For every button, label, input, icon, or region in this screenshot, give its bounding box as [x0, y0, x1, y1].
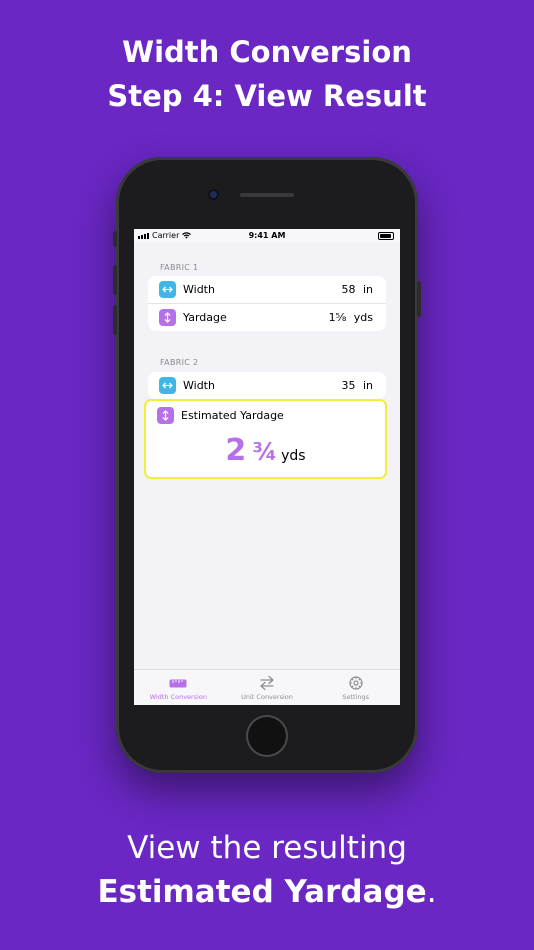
caption-emphasis: Estimated Yardage — [97, 874, 427, 910]
ruler-icon — [169, 674, 187, 692]
horizontal-arrows-icon — [159, 281, 176, 298]
estimated-yardage-label: Estimated Yardage — [181, 409, 284, 422]
fabric-1-width-number: 58 — [341, 283, 356, 296]
vertical-arrows-icon — [157, 407, 174, 424]
gear-icon — [348, 674, 364, 692]
tab-settings[interactable]: Settings — [311, 670, 400, 705]
fabric-1-width-row[interactable]: Width 58 in — [148, 276, 386, 303]
fabric-2-card: Width 35 in — [148, 372, 386, 399]
fabric-1-width-label: Width — [183, 283, 215, 296]
mute-switch — [113, 231, 117, 247]
fabric-2-header: FABRIC 2 — [160, 358, 199, 367]
swap-arrows-icon — [259, 674, 275, 692]
caption: View the resulting Estimated Yardage. — [0, 826, 534, 914]
battery-icon — [378, 232, 394, 240]
phone-frame: Carrier 9:41 AM FABRIC 1 Width 58 in Yar… — [113, 157, 421, 773]
result-fraction: ¾ — [252, 438, 278, 466]
volume-up-button — [113, 265, 117, 295]
caption-line-1: View the resulting — [127, 830, 407, 866]
fabric-1-yardage-unit: yds — [353, 311, 373, 324]
horizontal-arrows-icon — [159, 377, 176, 394]
fabric-1-yardage-number: 1⅝ — [328, 311, 347, 324]
headline-line-2: Step 4: View Result — [107, 79, 427, 113]
fabric-1-yardage-value[interactable]: 1⅝ yds — [329, 311, 373, 324]
result-whole: 2 — [225, 433, 247, 468]
fabric-2-width-label: Width — [183, 379, 215, 392]
home-button[interactable] — [246, 715, 288, 757]
tab-width-conversion[interactable]: Width Conversion — [134, 670, 223, 705]
earpiece-speaker — [240, 193, 294, 197]
fabric-2-width-value[interactable]: 35 in — [341, 379, 373, 392]
tab-unit-conversion-label: Unit Conversion — [241, 693, 293, 701]
fabric-2-width-row[interactable]: Width 35 in — [148, 372, 386, 399]
fabric-1-yardage-label: Yardage — [183, 311, 227, 324]
status-bar: Carrier 9:41 AM — [134, 229, 400, 243]
estimated-yardage-row: Estimated Yardage — [146, 407, 284, 424]
headline: Width Conversion Step 4: View Result — [0, 30, 534, 118]
headline-line-1: Width Conversion — [122, 35, 412, 69]
tab-width-conversion-label: Width Conversion — [149, 693, 208, 701]
status-time: 9:41 AM — [248, 231, 286, 240]
fabric-1-width-value[interactable]: 58 in — [341, 283, 373, 296]
volume-down-button — [113, 305, 117, 335]
fabric-1-card: Width 58 in Yardage 1⅝ yds — [148, 276, 386, 331]
vertical-arrows-icon — [159, 309, 176, 326]
estimated-yardage-result: 2 ¾ yds — [146, 433, 385, 468]
power-button — [417, 281, 421, 317]
fabric-2-width-number: 35 — [341, 379, 356, 392]
fabric-2-width-unit: in — [362, 379, 373, 392]
app-screen: Carrier 9:41 AM FABRIC 1 Width 58 in Yar… — [134, 229, 400, 705]
front-camera — [210, 191, 217, 198]
tab-settings-label: Settings — [342, 693, 370, 701]
fabric-1-header: FABRIC 1 — [160, 263, 199, 272]
tab-bar: Width Conversion Unit Conversion Setting… — [134, 669, 400, 705]
fabric-1-width-unit: in — [362, 283, 373, 296]
fabric-1-yardage-row[interactable]: Yardage 1⅝ yds — [148, 303, 386, 331]
tab-unit-conversion[interactable]: Unit Conversion — [223, 670, 312, 705]
caption-period: . — [426, 874, 437, 910]
estimated-yardage-highlight: Estimated Yardage 2 ¾ yds — [144, 399, 387, 479]
result-unit: yds — [281, 448, 306, 464]
caption-line-2: Estimated Yardage. — [0, 870, 534, 914]
